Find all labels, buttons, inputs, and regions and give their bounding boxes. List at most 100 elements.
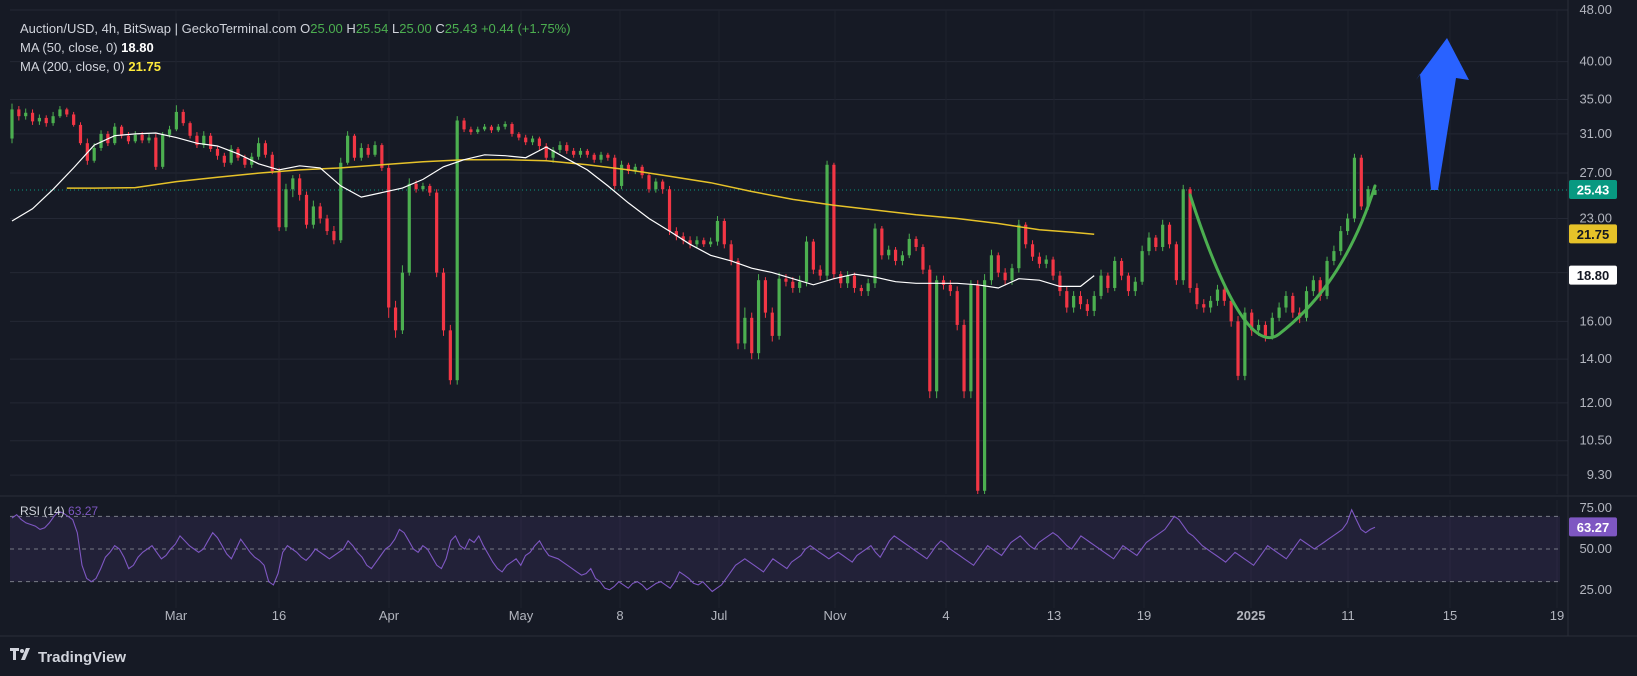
candle-body [482, 126, 487, 130]
time-axis-tick-label: 2025 [1237, 608, 1266, 623]
candle-body [1154, 237, 1158, 247]
candle-body [469, 129, 473, 133]
tradingview-logo-icon [10, 648, 34, 666]
candle-body [1339, 231, 1343, 252]
candle-body [373, 145, 377, 155]
candle-body [859, 287, 863, 292]
candle-body [1352, 157, 1357, 219]
rsi-badge-text: 63.27 [1577, 520, 1610, 535]
time-axis-tick-label: Jul [711, 608, 728, 623]
brand-name: TradingView [38, 648, 127, 666]
time-axis-tick-label: 13 [1047, 608, 1061, 623]
candle-body [1017, 224, 1021, 269]
price-axis-tick-label: 14.00 [1579, 351, 1612, 366]
close-value: 25.43 [444, 21, 478, 36]
candle-body [78, 124, 83, 144]
symbol-title[interactable]: Auction/USD, 4h, BitSwap | GeckoTerminal… [20, 21, 297, 36]
candle-body [832, 164, 836, 275]
price-axis-tick-label: 48.00 [1579, 2, 1612, 17]
ma50-badge-text: 18.80 [1577, 268, 1610, 283]
candle-body [448, 330, 452, 381]
candle-body [284, 189, 288, 228]
candle-body [976, 284, 980, 491]
candle-body [1085, 304, 1089, 311]
low-value: 25.00 [399, 21, 432, 36]
candle-body [325, 218, 329, 232]
rsi-label: RSI (14) [20, 504, 65, 518]
candle-body [893, 249, 898, 261]
ma50-label: MA (50, close, 0) [20, 40, 118, 55]
candle-body [1263, 324, 1268, 336]
candle-body [921, 246, 925, 270]
price-axis-tick-label: 27.00 [1579, 165, 1612, 180]
candle-body [907, 238, 911, 256]
candle-body [1044, 259, 1048, 264]
candle-body [400, 272, 405, 331]
candle-body [133, 134, 137, 142]
candle-body [387, 167, 391, 308]
candle-body [72, 114, 76, 125]
candle-body [1113, 260, 1117, 288]
candle-body [346, 135, 350, 163]
change-value: +0.44 (+1.75%) [480, 21, 571, 36]
candle-body [839, 274, 843, 284]
candle-body [996, 255, 1000, 273]
candle-body [277, 170, 281, 228]
chart-canvas[interactable]: 9.3010.5012.0014.0016.0019.0023.0027.003… [0, 0, 1637, 676]
candle-body [503, 124, 507, 127]
candle-body [791, 281, 795, 288]
candle-body [1161, 224, 1165, 247]
candle-body [496, 126, 500, 131]
rsi-legend[interactable]: RSI (14) 63.27 [20, 504, 98, 518]
candle-body [715, 220, 720, 242]
candle-body [825, 164, 829, 276]
open-label: O [300, 21, 311, 36]
candle-body [846, 275, 850, 284]
candle-body [1037, 256, 1041, 264]
tradingview-brand[interactable]: TradingView [10, 648, 126, 666]
candle-body [770, 312, 774, 336]
candle-body [750, 317, 754, 354]
time-axis-tick-label: Apr [379, 608, 400, 623]
candle-body [222, 155, 226, 163]
chart-legend: Auction/USD, 4h, BitSwap | GeckoTerminal… [20, 19, 571, 76]
candle-body [37, 117, 41, 122]
candle-body [10, 109, 14, 139]
candle-body [1222, 289, 1226, 301]
candle-body [119, 126, 124, 136]
candle-body [1236, 321, 1240, 376]
candle-body [1311, 280, 1315, 292]
ma50-legend[interactable]: MA (50, close, 0) 18.80 [20, 38, 571, 57]
ohlc-row: Auction/USD, 4h, BitSwap | GeckoTerminal… [20, 19, 571, 38]
candle-body [763, 280, 768, 313]
candle-body [935, 280, 939, 392]
candle-body [298, 178, 302, 195]
candle-body [811, 241, 815, 270]
candle-body [722, 220, 726, 245]
candle-body [537, 138, 541, 147]
candle-body [161, 134, 165, 167]
candle-body [339, 162, 343, 241]
ma200-legend[interactable]: MA (200, close, 0) 21.75 [20, 57, 571, 76]
price-axis-tick-label: 9.30 [1587, 467, 1612, 482]
candle-body [969, 284, 973, 392]
candle-body [366, 147, 370, 155]
price-axis-tick-label: 31.00 [1579, 126, 1612, 141]
candle-body [1174, 244, 1178, 281]
time-axis-tick-label: Nov [823, 608, 847, 623]
candle-body [30, 112, 35, 122]
candle-body [147, 137, 151, 141]
candle-body [524, 137, 528, 143]
candle-body [510, 124, 514, 134]
candle-body [1229, 300, 1233, 322]
candle-body [1325, 260, 1329, 296]
time-axis-tick-label: 8 [616, 608, 623, 623]
candle-body [517, 133, 521, 138]
rsi-axis-tick-label: 25.00 [1579, 582, 1612, 597]
candle-body [113, 126, 117, 144]
candle-body [1167, 224, 1172, 245]
candle-body [578, 150, 583, 155]
candle-body [256, 143, 261, 157]
candle-body [174, 111, 178, 130]
candle-body [798, 281, 802, 288]
